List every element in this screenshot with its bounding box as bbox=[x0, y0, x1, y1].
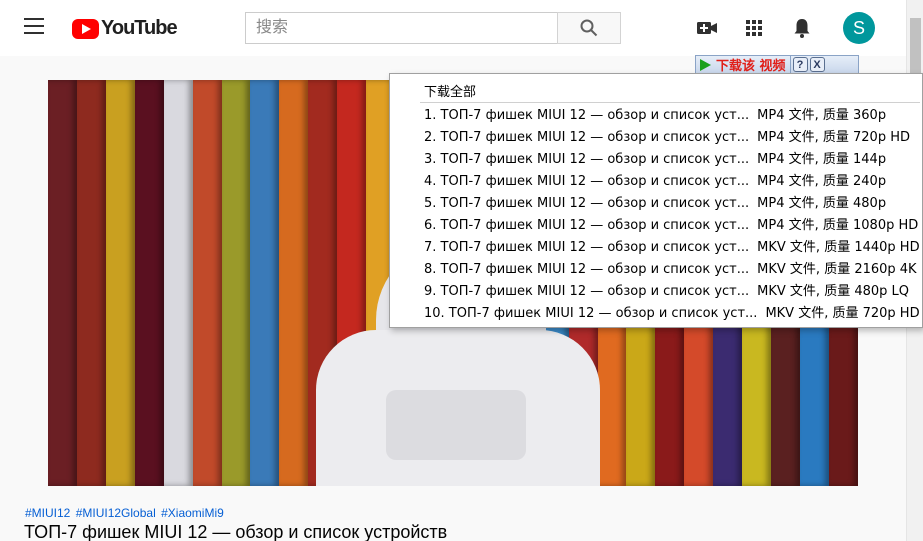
play-arrow-icon bbox=[700, 58, 711, 71]
download-menu-item[interactable]: 2. ТОП-7 фишек MIUI 12 — обзор и список … bbox=[424, 127, 920, 149]
download-all-item[interactable]: 下载全部 bbox=[424, 81, 476, 100]
bell-icon[interactable] bbox=[790, 16, 814, 40]
item-title: 6. ТОП-7 фишек MIUI 12 — обзор и список … bbox=[424, 218, 750, 233]
item-format: MKV 文件, 质量 720p HD bbox=[765, 306, 920, 321]
item-format: MKV 文件, 质量 480p LQ bbox=[757, 284, 909, 299]
close-icon[interactable]: X bbox=[809, 57, 825, 72]
item-title: 3. ТОП-7 фишек MIUI 12 — обзор и список … bbox=[424, 152, 750, 167]
item-title: 4. ТОП-7 фишек MIUI 12 — обзор и список … bbox=[424, 174, 750, 189]
download-helper-bar: 下载该 视频 ? X bbox=[695, 55, 859, 74]
item-title: 9. ТОП-7 фишек MIUI 12 — обзор и список … bbox=[424, 284, 750, 299]
hashtag-link[interactable]: #MIUI12Global bbox=[76, 506, 156, 520]
video-title: ТОП-7 фишек MIUI 12 — обзор и список уст… bbox=[24, 522, 448, 541]
item-title: 10. ТОП-7 фишек MIUI 12 — обзор и список… bbox=[424, 306, 758, 321]
masthead: YouTube 搜索 S bbox=[0, 0, 906, 56]
download-menu-item[interactable]: 8. ТОП-7 фишек MIUI 12 — обзор и список … bbox=[424, 259, 920, 281]
menu-divider bbox=[420, 102, 920, 103]
download-menu-list: 1. ТОП-7 фишек MIUI 12 — обзор и список … bbox=[424, 105, 920, 325]
item-format: MKV 文件, 质量 2160p 4K bbox=[757, 262, 917, 277]
download-menu-item[interactable]: 3. ТОП-7 фишек MIUI 12 — обзор и список … bbox=[424, 149, 920, 171]
search-button[interactable] bbox=[557, 12, 621, 44]
menu-icon[interactable] bbox=[24, 18, 46, 38]
item-title: 2. ТОП-7 фишек MIUI 12 — обзор и список … bbox=[424, 130, 750, 145]
item-title: 1. ТОП-7 фишек MIUI 12 — обзор и список … bbox=[424, 108, 750, 123]
item-format: MP4 文件, 质量 1080p HD bbox=[757, 218, 919, 233]
hashtags: #MIUI12 #MIUI12Global #XiaomiMi9 bbox=[25, 506, 226, 520]
search-icon bbox=[580, 19, 598, 37]
hashtag-link[interactable]: #XiaomiMi9 bbox=[161, 506, 224, 520]
download-menu-item[interactable]: 9. ТОП-7 фишек MIUI 12 — обзор и список … bbox=[424, 281, 920, 303]
page: YouTube 搜索 S #MIUI12 #MIUI12Global #Xiao… bbox=[0, 0, 923, 541]
download-menu-item[interactable]: 10. ТОП-7 фишек MIUI 12 — обзор и список… bbox=[424, 303, 920, 325]
apps-grid-icon[interactable] bbox=[742, 16, 766, 40]
download-menu-item[interactable]: 7. ТОП-7 фишек MIUI 12 — обзор и список … bbox=[424, 237, 920, 259]
search-bar bbox=[245, 12, 621, 44]
search-input[interactable] bbox=[245, 12, 557, 44]
item-format: MP4 文件, 质量 480p bbox=[757, 196, 887, 211]
download-video-label: 下载该 视频 bbox=[716, 59, 786, 74]
scrollbar-thumb[interactable] bbox=[910, 18, 921, 73]
avatar[interactable]: S bbox=[843, 12, 875, 44]
item-format: MP4 文件, 质量 144p bbox=[757, 152, 887, 167]
youtube-play-icon bbox=[72, 18, 99, 39]
download-menu-item[interactable]: 4. ТОП-7 фишек MIUI 12 — обзор и список … bbox=[424, 171, 920, 193]
item-format: MP4 文件, 质量 360p bbox=[757, 108, 887, 123]
create-video-icon[interactable] bbox=[695, 16, 719, 40]
download-menu-item[interactable]: 1. ТОП-7 фишек MIUI 12 — обзор и список … bbox=[424, 105, 920, 127]
item-title: 7. ТОП-7 фишек MIUI 12 — обзор и список … bbox=[424, 240, 750, 255]
item-title: 8. ТОП-7 фишек MIUI 12 — обзор и список … bbox=[424, 262, 750, 277]
item-format: MP4 文件, 质量 240p bbox=[757, 174, 887, 189]
download-menu: 下载全部 1. ТОП-7 фишек MIUI 12 — обзор и сп… bbox=[389, 73, 923, 328]
item-format: MKV 文件, 质量 1440p HD bbox=[757, 240, 920, 255]
youtube-logo[interactable]: YouTube bbox=[72, 17, 178, 40]
download-menu-item[interactable]: 6. ТОП-7 фишек MIUI 12 — обзор и список … bbox=[424, 215, 920, 237]
download-video-button[interactable]: 下载该 视频 bbox=[696, 56, 791, 74]
hashtag-link[interactable]: #MIUI12 bbox=[25, 506, 70, 520]
item-format: MP4 文件, 质量 720p HD bbox=[757, 130, 910, 145]
logo-text: YouTube bbox=[101, 17, 178, 39]
help-icon[interactable]: ? bbox=[792, 57, 808, 72]
download-menu-item[interactable]: 5. ТОП-7 фишек MIUI 12 — обзор и список … bbox=[424, 193, 920, 215]
item-title: 5. ТОП-7 фишек MIUI 12 — обзор и список … bbox=[424, 196, 750, 211]
